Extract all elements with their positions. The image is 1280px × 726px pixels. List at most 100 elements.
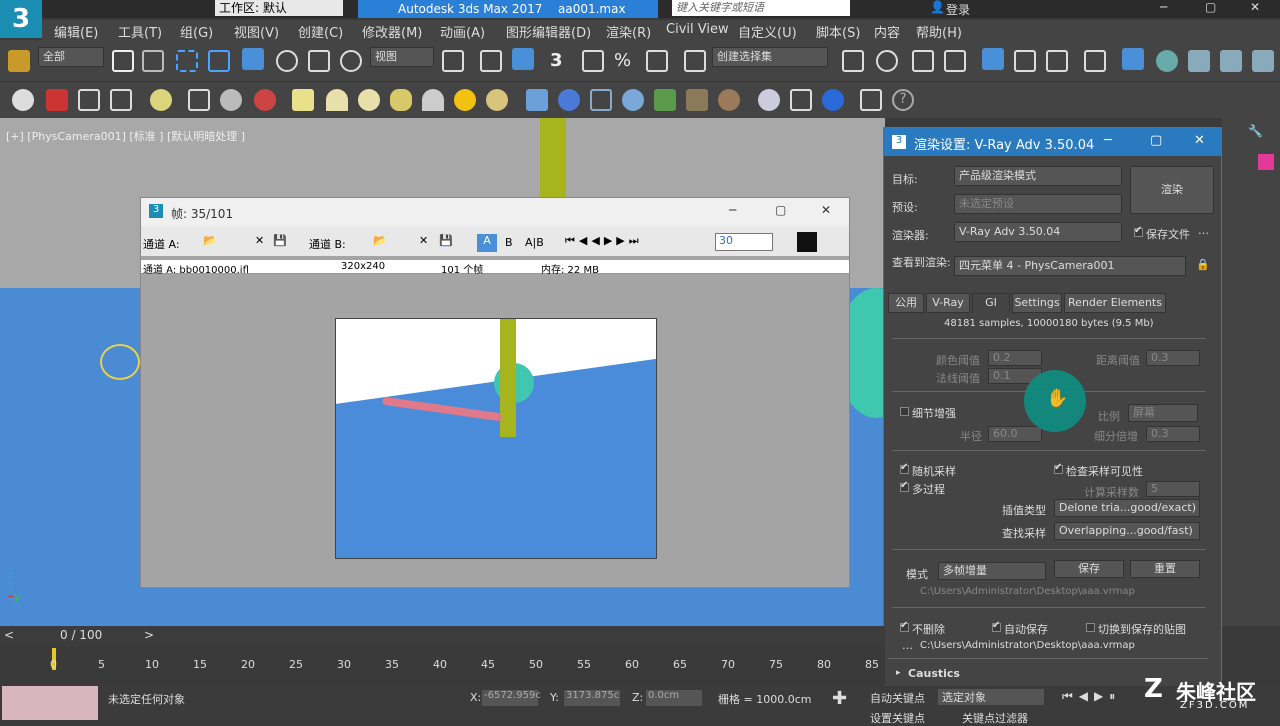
- grid-list-icon[interactable]: [110, 89, 132, 111]
- frame-number-dropdown[interactable]: 30: [715, 233, 773, 251]
- minimize-icon[interactable]: ─: [1104, 133, 1112, 148]
- playback-controls[interactable]: ⏮◀◀▶▶⏭: [565, 234, 643, 248]
- search-input[interactable]: 键入关键字或短语: [672, 0, 850, 16]
- select-by-name-icon[interactable]: [142, 50, 164, 72]
- rendered-frame-window[interactable]: 3 帧: 35/101 ─ ▢ ✕ 通道 A: 📂 ✕ 💾 通道 B: 📂 ✕ …: [140, 197, 850, 588]
- tab-gi[interactable]: GI: [972, 293, 1010, 313]
- add-time-tag-icon[interactable]: ✚: [832, 688, 847, 709]
- sphere-gray-icon[interactable]: [758, 89, 780, 111]
- clear-icon[interactable]: ✕: [255, 234, 264, 247]
- wrench-icon[interactable]: 🔧: [1248, 124, 1263, 138]
- vrscene-icon[interactable]: [822, 89, 844, 111]
- lookup-dropdown[interactable]: Overlapping...good/fast): [1054, 522, 1200, 540]
- window-crossing-icon[interactable]: [208, 50, 230, 72]
- menu-tools[interactable]: 工具(T): [118, 22, 162, 41]
- open-icon[interactable]: 📂: [203, 234, 217, 247]
- mode-dropdown[interactable]: 多帧增量: [938, 562, 1046, 580]
- command-panel[interactable]: 🔧: [1222, 118, 1280, 626]
- snap-toggle-icon[interactable]: 3: [550, 50, 572, 72]
- select-object-icon[interactable]: [112, 50, 134, 72]
- teapot-icon[interactable]: [12, 89, 34, 111]
- angle-snap-icon[interactable]: [582, 50, 604, 72]
- y-field[interactable]: 3173.875c: [564, 690, 620, 706]
- path-field-1[interactable]: C:\Users\Administrator\Desktop\aaa.vrmap: [920, 586, 1135, 597]
- menu-scripting[interactable]: 脚本(S): [816, 22, 860, 41]
- percent-snap-icon[interactable]: %: [614, 50, 636, 72]
- renderer-dropdown[interactable]: V-Ray Adv 3.50.04: [954, 222, 1122, 242]
- switch-saved-checkbox[interactable]: [1086, 623, 1095, 632]
- browse-icon[interactable]: …: [902, 639, 913, 652]
- material-editor-icon[interactable]: [1084, 50, 1106, 72]
- scene-explorer-icon[interactable]: [982, 48, 1004, 70]
- pivot-icon[interactable]: [442, 50, 464, 72]
- login-link[interactable]: 登录: [946, 1, 970, 18]
- render-setup-icon[interactable]: [1122, 48, 1144, 70]
- plane-icon[interactable]: [590, 89, 612, 111]
- menu-create[interactable]: 创建(C): [298, 22, 343, 41]
- maximize-icon[interactable]: ▢: [1150, 133, 1162, 148]
- check-visibility-checkbox[interactable]: [1054, 462, 1063, 474]
- layers-icon[interactable]: [944, 50, 966, 72]
- color-threshold-spinner[interactable]: 0.2: [988, 350, 1042, 366]
- scale-icon[interactable]: [308, 50, 330, 72]
- mesh-export-icon[interactable]: [718, 89, 740, 111]
- path-field-2[interactable]: C:\Users\Administrator\Desktop\aaa.vrmap: [920, 640, 1135, 651]
- auto-save-checkbox[interactable]: [992, 620, 1001, 632]
- menu-customize[interactable]: 自定义(U): [738, 22, 797, 41]
- sphere-half-icon[interactable]: [220, 89, 242, 111]
- ref-coord-dropdown[interactable]: 视图: [370, 47, 434, 67]
- save-file-checkbox[interactable]: [1134, 225, 1143, 237]
- save-map-button[interactable]: 保存: [1054, 560, 1124, 578]
- multipass-checkbox[interactable]: [900, 480, 909, 492]
- selection-set-dropdown[interactable]: 创建选择集: [712, 47, 828, 67]
- tab-common[interactable]: 公用: [888, 293, 924, 313]
- maximize-icon[interactable]: ▢: [1205, 0, 1216, 14]
- time-position[interactable]: 0 / 100: [60, 628, 102, 642]
- rect-region-icon[interactable]: [176, 50, 198, 72]
- place-icon[interactable]: [340, 50, 362, 72]
- set-key-button[interactable]: 设置关键点: [870, 710, 925, 726]
- sphere-light-icon[interactable]: [358, 89, 380, 111]
- tab-vray[interactable]: V-Ray: [926, 293, 970, 313]
- proxy-icon[interactable]: [526, 89, 548, 111]
- x-field[interactable]: -6572.959c: [482, 690, 541, 706]
- select-object-dropdown[interactable]: 选定对象: [938, 689, 1044, 705]
- sphere-fade-icon[interactable]: [622, 89, 644, 111]
- open-b-icon[interactable]: 📂: [373, 234, 387, 247]
- vray-camera-icon[interactable]: [254, 89, 276, 111]
- more-icon[interactable]: …: [1198, 224, 1209, 237]
- detail-enhance-checkbox[interactable]: [900, 407, 909, 416]
- close-icon[interactable]: ✕: [1250, 0, 1260, 14]
- close-icon[interactable]: ✕: [1194, 133, 1205, 148]
- menu-group[interactable]: 组(G): [180, 22, 213, 41]
- menu-animation[interactable]: 动画(A): [440, 22, 485, 41]
- menu-views[interactable]: 视图(V): [234, 22, 279, 41]
- close-icon[interactable]: ✕: [821, 203, 831, 217]
- channel-a-button[interactable]: A: [477, 234, 497, 252]
- minimize-icon[interactable]: ─: [729, 203, 736, 217]
- mesh-light-icon[interactable]: [390, 89, 412, 111]
- edit-named-sets-icon[interactable]: [684, 50, 706, 72]
- align-icon[interactable]: [876, 50, 898, 72]
- frame-buffer-icon[interactable]: [46, 89, 68, 111]
- lock-icon[interactable]: 🔒: [1196, 258, 1210, 271]
- expand-icon[interactable]: ▸: [896, 668, 901, 678]
- keyboard-shortcut-icon[interactable]: [512, 48, 534, 70]
- move-icon[interactable]: [242, 48, 264, 70]
- viewport-label[interactable]: [+] [PhysCamera001] [标准 ] [默认明暗处理 ]: [6, 128, 245, 144]
- prev-icon[interactable]: <: [4, 628, 14, 642]
- workspace-dropdown[interactable]: 工作区: 默认: [215, 0, 343, 16]
- z-field[interactable]: 0.0cm: [646, 690, 702, 706]
- export-icon[interactable]: [860, 89, 882, 111]
- list-icon[interactable]: [78, 89, 100, 111]
- target-dropdown[interactable]: 产品级渲染模式: [954, 166, 1122, 186]
- mirror-icon[interactable]: [842, 50, 864, 72]
- distance-threshold-spinner[interactable]: 0.3: [1146, 350, 1200, 366]
- render-button[interactable]: 渲染: [1130, 166, 1214, 214]
- maxscript-listener[interactable]: [2, 686, 98, 720]
- key-filter-button[interactable]: 关键点过滤器: [962, 710, 1028, 726]
- undo-icon[interactable]: [8, 50, 30, 72]
- layer-explorer-icon[interactable]: [912, 50, 934, 72]
- sun-icon[interactable]: [454, 89, 476, 111]
- rendered-frame-icon[interactable]: [1156, 50, 1178, 72]
